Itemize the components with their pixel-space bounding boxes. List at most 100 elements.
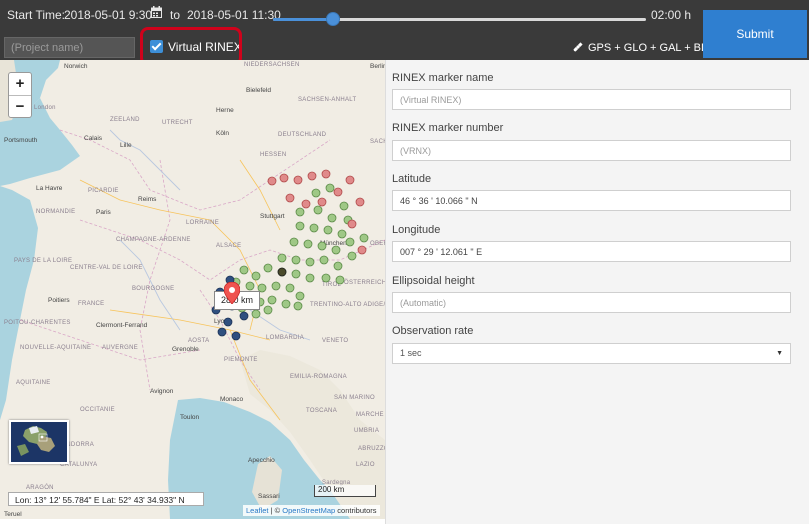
gnss-label: GPS + GLO + GAL + BDS — [588, 42, 717, 54]
station-marker-available[interactable] — [347, 251, 357, 261]
latitude-input[interactable] — [392, 190, 791, 211]
cursor-coordinates: Lon: 13° 12' 55.784" E Lat: 52° 43' 34.9… — [8, 492, 204, 506]
station-marker-unavailable[interactable] — [279, 173, 289, 183]
marker-number-label: RINEX marker number — [392, 122, 504, 134]
minimap-image — [11, 422, 67, 462]
station-marker-available[interactable] — [317, 241, 327, 251]
station-marker-available[interactable] — [251, 309, 261, 319]
longitude-input[interactable] — [392, 241, 791, 262]
marker-name-input[interactable] — [392, 89, 791, 110]
observation-rate-select[interactable]: 1 sec ▼ — [392, 343, 791, 364]
station-marker-available[interactable] — [295, 291, 305, 301]
station-marker-available[interactable] — [263, 305, 273, 315]
ellipsoidal-height-input[interactable] — [392, 292, 791, 313]
end-time-value[interactable]: 2018-05-01 11:30 — [187, 8, 281, 22]
station-marker-selected[interactable] — [217, 327, 227, 337]
station-marker-selected[interactable] — [223, 317, 233, 327]
station-marker-available[interactable] — [331, 245, 341, 255]
station-marker-available[interactable] — [325, 183, 335, 193]
satellite-icon — [572, 41, 584, 56]
station-marker-base[interactable] — [277, 267, 287, 277]
leaflet-link[interactable]: Leaflet — [246, 506, 269, 515]
station-marker-unavailable[interactable] — [267, 176, 277, 186]
longitude-label: Longitude — [392, 224, 441, 236]
station-marker-available[interactable] — [327, 213, 337, 223]
top-toolbar: Start Time: 2018-05-01 9:30 to 2018-05-0… — [0, 0, 809, 60]
station-marker-available[interactable] — [335, 275, 345, 285]
station-marker-available[interactable] — [281, 299, 291, 309]
station-marker-unavailable[interactable] — [285, 193, 295, 203]
station-marker-available[interactable] — [277, 253, 287, 263]
virtual-rinex-label: Virtual RINEX — [168, 40, 242, 54]
station-marker-available[interactable] — [285, 283, 295, 293]
zoom-out-button[interactable]: − — [9, 95, 31, 118]
station-marker-unavailable[interactable] — [357, 245, 367, 255]
start-time-label: Start Time: — [7, 8, 66, 22]
minimap[interactable] — [9, 420, 69, 464]
project-name-input[interactable] — [4, 37, 135, 58]
submit-button[interactable]: Submit — [703, 10, 807, 58]
openstreetmap-link[interactable]: OpenStreetMap — [282, 506, 335, 515]
zoom-control: + − — [8, 72, 32, 118]
station-marker-unavailable[interactable] — [347, 219, 357, 229]
station-marker-unavailable[interactable] — [333, 187, 343, 197]
station-marker-unavailable[interactable] — [317, 197, 327, 207]
station-marker-available[interactable] — [267, 295, 277, 305]
station-marker-unavailable[interactable] — [321, 169, 331, 179]
calendar-icon[interactable] — [151, 6, 162, 21]
station-marker-available[interactable] — [333, 261, 343, 271]
station-marker-available[interactable] — [303, 239, 313, 249]
station-marker-available[interactable] — [291, 255, 301, 265]
time-slider-handle[interactable] — [325, 12, 340, 26]
station-marker-unavailable[interactable] — [355, 197, 365, 207]
latitude-label: Latitude — [392, 173, 432, 185]
station-marker-available[interactable] — [295, 221, 305, 231]
station-marker-available[interactable] — [321, 273, 331, 283]
station-marker-available[interactable] — [323, 225, 333, 235]
station-marker-available[interactable] — [313, 205, 323, 215]
station-marker-available[interactable] — [289, 237, 299, 247]
gnss-constellations[interactable]: GPS + GLO + GAL + BDS — [572, 41, 716, 56]
attribution-contributors: contributors — [335, 506, 377, 515]
virtual-rinex-checkbox[interactable]: Virtual RINEX — [150, 40, 242, 56]
station-marker-selected[interactable] — [231, 331, 241, 341]
station-marker-available[interactable] — [337, 229, 347, 239]
station-marker-unavailable[interactable] — [307, 171, 317, 181]
to-label: to — [170, 8, 181, 22]
station-marker-unavailable[interactable] — [293, 175, 303, 185]
station-marker-available[interactable] — [239, 265, 249, 275]
station-marker-unavailable[interactable] — [301, 199, 311, 209]
ellipsoidal-height-label: Ellipsoidal height — [392, 275, 475, 287]
observation-rate-value: 1 sec — [400, 348, 422, 358]
station-marker-available[interactable] — [293, 301, 303, 311]
station-marker-available[interactable] — [291, 269, 301, 279]
station-marker-available[interactable] — [245, 281, 255, 291]
dropdown-arrow-icon: ▼ — [776, 350, 783, 357]
zoom-in-button[interactable]: + — [9, 73, 31, 95]
checkbox-checked-icon[interactable] — [150, 40, 163, 53]
station-marker-selected[interactable] — [239, 311, 249, 321]
duration-value: 02:00 h — [651, 8, 692, 22]
station-marker-available[interactable] — [305, 257, 315, 267]
station-marker-available[interactable] — [359, 233, 369, 243]
start-time-value[interactable]: 2018-05-01 9:30 — [64, 8, 152, 22]
station-marker-available[interactable] — [311, 188, 321, 198]
station-marker-available[interactable] — [319, 255, 329, 265]
station-marker-available[interactable] — [309, 223, 319, 233]
observation-rate-label: Observation rate — [392, 325, 474, 337]
map-scale-bar: 200 km — [314, 485, 376, 497]
location-pin-icon[interactable] — [223, 281, 241, 309]
station-marker-available[interactable] — [251, 271, 261, 281]
station-marker-available[interactable] — [339, 201, 349, 211]
marker-number-input[interactable] — [392, 140, 791, 161]
station-marker-available[interactable] — [295, 207, 305, 217]
station-marker-available[interactable] — [345, 237, 355, 247]
marker-name-label: RINEX marker name — [392, 72, 494, 84]
station-marker-unavailable[interactable] — [345, 175, 355, 185]
map-attribution: Leaflet | © OpenStreetMap contributors — [243, 505, 380, 516]
station-marker-available[interactable] — [263, 263, 273, 273]
attribution-separator: | © — [268, 506, 283, 515]
station-marker-available[interactable] — [271, 281, 281, 291]
station-marker-available[interactable] — [305, 273, 315, 283]
time-range-row: Start Time: 2018-05-01 9:30 to 2018-05-0… — [0, 0, 702, 30]
